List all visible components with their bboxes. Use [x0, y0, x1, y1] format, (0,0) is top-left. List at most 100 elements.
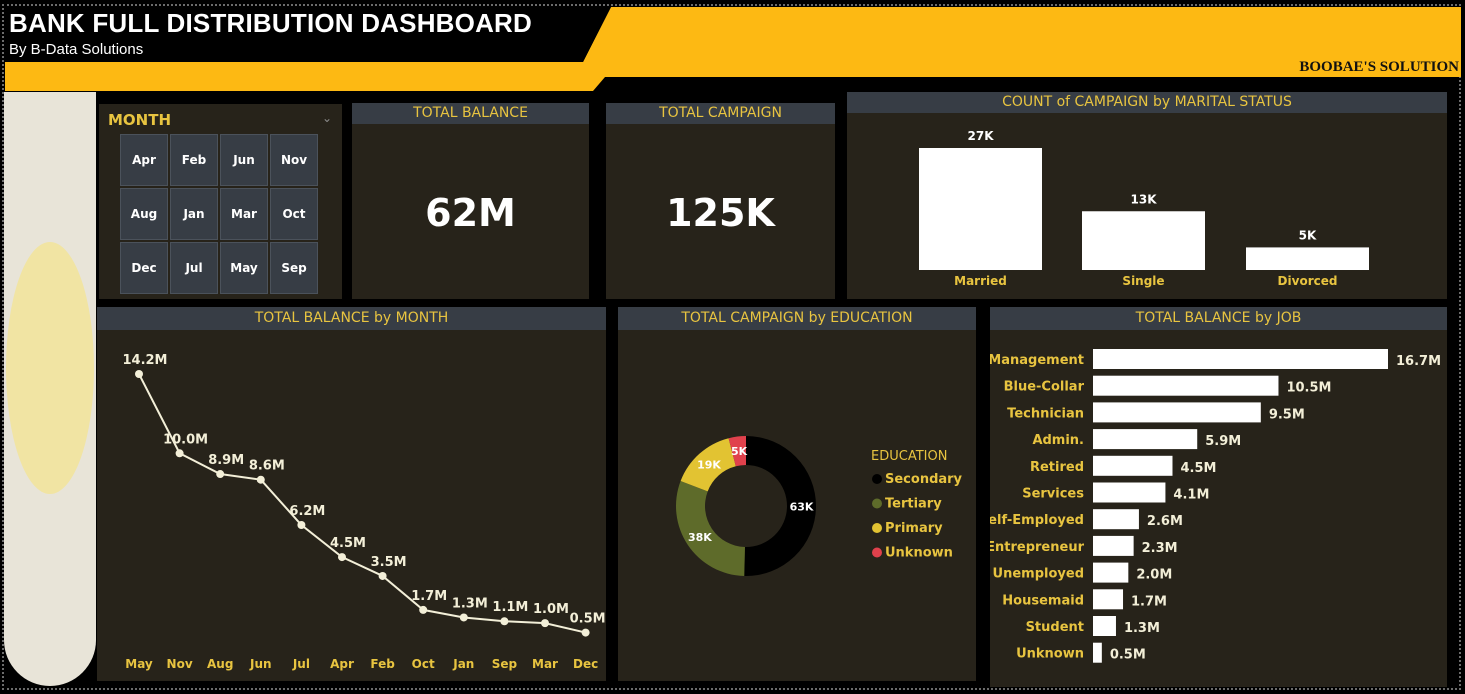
category-label: Self-Employed	[990, 513, 1084, 528]
data-point	[256, 475, 265, 484]
category-label: Unemployed	[993, 567, 1084, 582]
kpi-value: 62M	[425, 191, 516, 235]
month-slicer: MONTH ⌄ Apr Feb Jun Nov Aug Jan Mar Oct Dec Jul Ma…	[99, 104, 342, 299]
x-tick-label: Sep	[492, 657, 518, 671]
month-button-grid: Apr Feb Jun Nov Aug Jan Mar Oct Dec Jul May Sep	[120, 134, 318, 294]
month-button-feb[interactable]: Feb	[170, 134, 218, 186]
month-button-nov[interactable]: Nov	[270, 134, 318, 186]
bar	[1093, 349, 1388, 369]
chart-title: TOTAL CAMPAIGN by EDUCATION	[618, 307, 976, 330]
education-chart-panel: TOTAL CAMPAIGN by EDUCATION 63K 38K 19K 5K E…	[618, 307, 976, 681]
month-button-apr[interactable]: Apr	[120, 134, 168, 186]
category-label: Entrepreneur	[990, 540, 1085, 555]
x-tick-label: Mar	[532, 657, 558, 671]
data-label: 1.7M	[1131, 594, 1167, 609]
category-label: Admin.	[1032, 433, 1084, 448]
chart-title: TOTAL BALANCE by JOB	[990, 307, 1447, 330]
month-button-sep[interactable]: Sep	[270, 242, 318, 294]
data-label: 1.1M	[492, 600, 528, 615]
kpi-value: 125K	[666, 191, 775, 235]
x-tick-label: Jan	[452, 657, 474, 671]
month-button-may[interactable]: May	[220, 242, 268, 294]
data-label: 0.5M	[1110, 648, 1146, 663]
month-button-dec[interactable]: Dec	[120, 242, 168, 294]
bar	[1093, 535, 1134, 556]
x-tick-label: Jul	[292, 657, 310, 671]
month-button-oct[interactable]: Oct	[270, 188, 318, 240]
bar	[1093, 482, 1166, 503]
legend-marker	[872, 547, 882, 558]
month-button-jan[interactable]: Jan	[170, 188, 218, 240]
category-label: Divorced	[1278, 274, 1338, 288]
x-tick-label: Aug	[207, 657, 233, 671]
kpi-title: TOTAL CAMPAIGN	[606, 103, 835, 124]
left-decoration-oval	[6, 242, 94, 494]
data-point	[500, 617, 509, 626]
chart-title: TOTAL BALANCE by MONTH	[97, 307, 606, 330]
legend-item: Tertiary	[885, 497, 942, 512]
category-label: Unknown	[1016, 647, 1084, 662]
category-label: Technician	[1007, 406, 1084, 421]
category-label: Blue-Collar	[1004, 380, 1085, 395]
category-label: Retired	[1030, 460, 1084, 475]
data-label: 1.3M	[1124, 621, 1160, 636]
data-point	[378, 571, 387, 580]
legend-item: Unknown	[885, 546, 953, 561]
bar	[1093, 642, 1102, 663]
bar	[1093, 455, 1173, 476]
job-chart-panel: TOTAL BALANCE by JOB Management 16.7M Blue…	[990, 307, 1447, 687]
x-tick-label: Nov	[167, 657, 193, 671]
data-label: 1.0M	[533, 602, 569, 617]
month-button-jun[interactable]: Jun	[220, 134, 268, 186]
bar	[1093, 509, 1139, 530]
page-title: BANK FULL DISTRIBUTION DASHBOARD	[9, 8, 533, 38]
bar	[1093, 375, 1279, 396]
legend-item: Primary	[885, 521, 943, 536]
data-label: 2.0M	[1136, 568, 1172, 583]
bar	[919, 148, 1042, 270]
data-label: 0.5M	[570, 612, 606, 627]
kpi-total-balance: TOTAL BALANCE 62M	[352, 103, 589, 299]
bar	[1093, 616, 1116, 636]
data-label: 6.2M	[289, 504, 325, 519]
data-label: 8.6M	[249, 459, 285, 474]
category-label: Housemaid	[1002, 593, 1084, 608]
category-label: Services	[1022, 487, 1084, 502]
page-subtitle: By B-Data Solutions	[9, 41, 144, 58]
data-point	[419, 605, 428, 614]
donut-slice	[676, 481, 745, 576]
data-label: 5K	[1299, 228, 1317, 242]
data-point	[297, 520, 306, 529]
data-label: 2.6M	[1147, 514, 1183, 529]
month-chart: 14.2M May 10.0M Nov 8.9M Aug 8.6M Jun 6.2M Jul 4.5…	[122, 353, 606, 671]
data-label: 1.3M	[452, 596, 488, 611]
category-label: Student	[1026, 620, 1084, 635]
data-label: 10.5M	[1286, 381, 1331, 396]
month-button-aug[interactable]: Aug	[120, 188, 168, 240]
data-label: 4.1M	[1173, 488, 1209, 503]
education-chart: 63K 38K 19K 5K EDUCATION Secondary Tertiary Pri…	[676, 436, 963, 576]
marital-chart: 27K Married 13K Single 5K Divorced	[919, 129, 1369, 288]
bar	[1093, 402, 1261, 423]
kpi-title: TOTAL BALANCE	[352, 103, 589, 124]
marital-chart-panel: COUNT of CAMPAIGN by MARITAL STATUS 27K M…	[847, 92, 1447, 299]
data-label: 5K	[731, 445, 748, 458]
x-tick-label: Apr	[330, 657, 354, 671]
chevron-down-icon[interactable]: ⌄	[322, 111, 332, 125]
data-label: 4.5M	[330, 536, 366, 551]
series-line	[138, 373, 586, 634]
legend-marker	[872, 498, 882, 509]
data-label: 14.2M	[122, 353, 167, 368]
data-label: 19K	[697, 459, 721, 472]
legend-title: EDUCATION	[871, 449, 947, 464]
data-label: 8.9M	[208, 453, 244, 468]
data-label: 13K	[1131, 192, 1158, 206]
data-label: 3.5M	[371, 555, 407, 570]
month-button-mar[interactable]: Mar	[220, 188, 268, 240]
legend-marker	[872, 523, 882, 533]
data-point	[459, 613, 468, 622]
month-button-jul[interactable]: Jul	[170, 242, 218, 294]
data-point	[338, 553, 346, 562]
data-label: 38K	[688, 531, 712, 544]
data-label: 9.5M	[1269, 407, 1305, 422]
